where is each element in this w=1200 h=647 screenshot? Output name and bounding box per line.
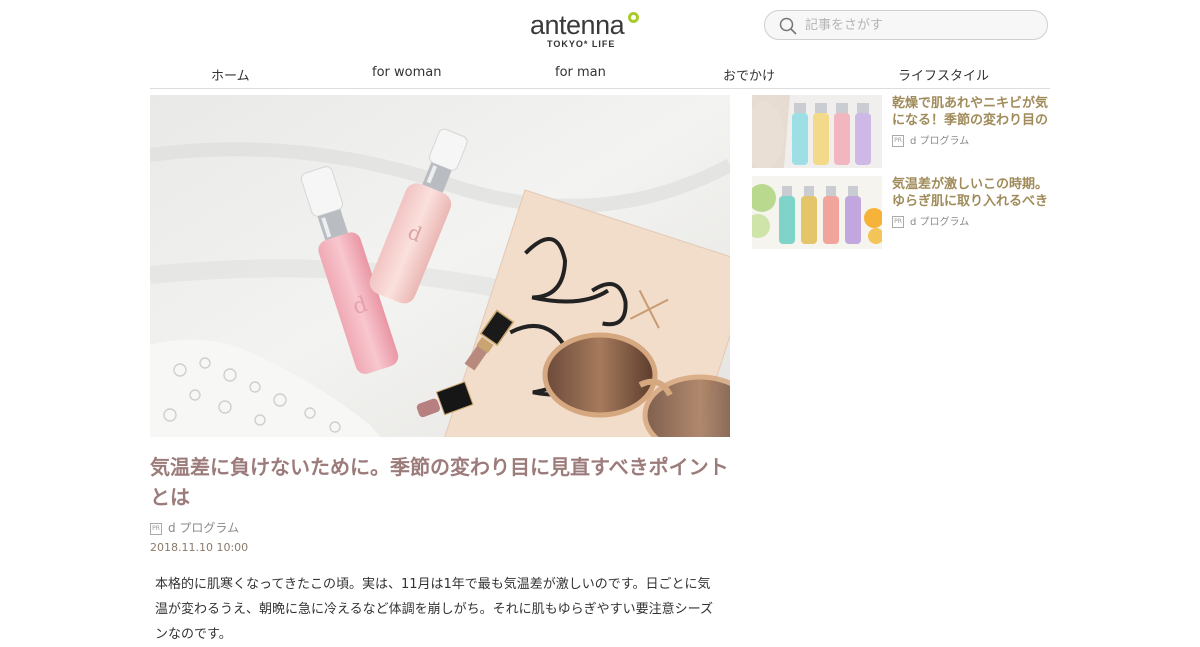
article-sponsor: d プログラム: [168, 521, 240, 535]
sidebar-article-title[interactable]: 乾燥で肌あれやニキビが気になる！季節の変わり目の: [892, 95, 1050, 129]
article-sponsor-row: PR d プログラム: [150, 519, 239, 535]
sidebar-thumbnail[interactable]: [752, 95, 882, 168]
antenna-logo[interactable]: antenna TOKYO* LIFE: [530, 10, 642, 52]
nav-for-woman[interactable]: for woman: [372, 65, 441, 80]
logo-wordmark: antenna: [530, 10, 625, 40]
logo-tagline: TOKYO* LIFE: [547, 39, 616, 49]
pr-badge: PR: [892, 135, 904, 147]
search-input[interactable]: [805, 15, 1035, 35]
nav-odekake[interactable]: おでかけ: [723, 65, 775, 84]
sidebar-thumbnail[interactable]: [752, 176, 882, 249]
nav-for-man[interactable]: for man: [555, 65, 606, 80]
sidebar-article-title[interactable]: 気温差が激しいこの時期。ゆらぎ肌に取り入れるべき: [892, 176, 1050, 210]
pr-badge: PR: [892, 216, 904, 228]
nav-home[interactable]: ホーム: [211, 65, 250, 84]
article-date: 2018.11.10 10:00: [150, 541, 249, 554]
sidebar-article-1[interactable]: 乾燥で肌あれやニキビが気になる！季節の変わり目の PR d プログラム: [752, 95, 1050, 169]
sidebar-article-2[interactable]: 気温差が激しいこの時期。ゆらぎ肌に取り入れるべき PR d プログラム: [752, 176, 1050, 250]
pr-badge: PR: [150, 522, 162, 535]
main-nav: ホーム for woman for man おでかけ ライフスタイル: [150, 62, 1050, 89]
nav-lifestyle[interactable]: ライフスタイル: [898, 65, 989, 84]
logo-badge-icon: [628, 12, 639, 23]
sidebar-sponsor: d プログラム: [910, 136, 970, 147]
article-title[interactable]: 気温差に負けないために。季節の変わり目に見直すべきポイントとは: [150, 452, 730, 512]
article-body: 本格的に肌寒くなってきたこの頃。実は、11月は1年で最も気温差が激しいのです。日…: [155, 577, 713, 642]
sidebar-sponsor: d プログラム: [910, 217, 970, 228]
search-icon[interactable]: [779, 17, 797, 35]
sidebar-sponsor-row: PR d プログラム: [892, 132, 969, 147]
hero-image[interactable]: d d: [150, 95, 730, 437]
search-box[interactable]: [764, 10, 1048, 40]
sidebar-sponsor-row: PR d プログラム: [892, 213, 969, 228]
